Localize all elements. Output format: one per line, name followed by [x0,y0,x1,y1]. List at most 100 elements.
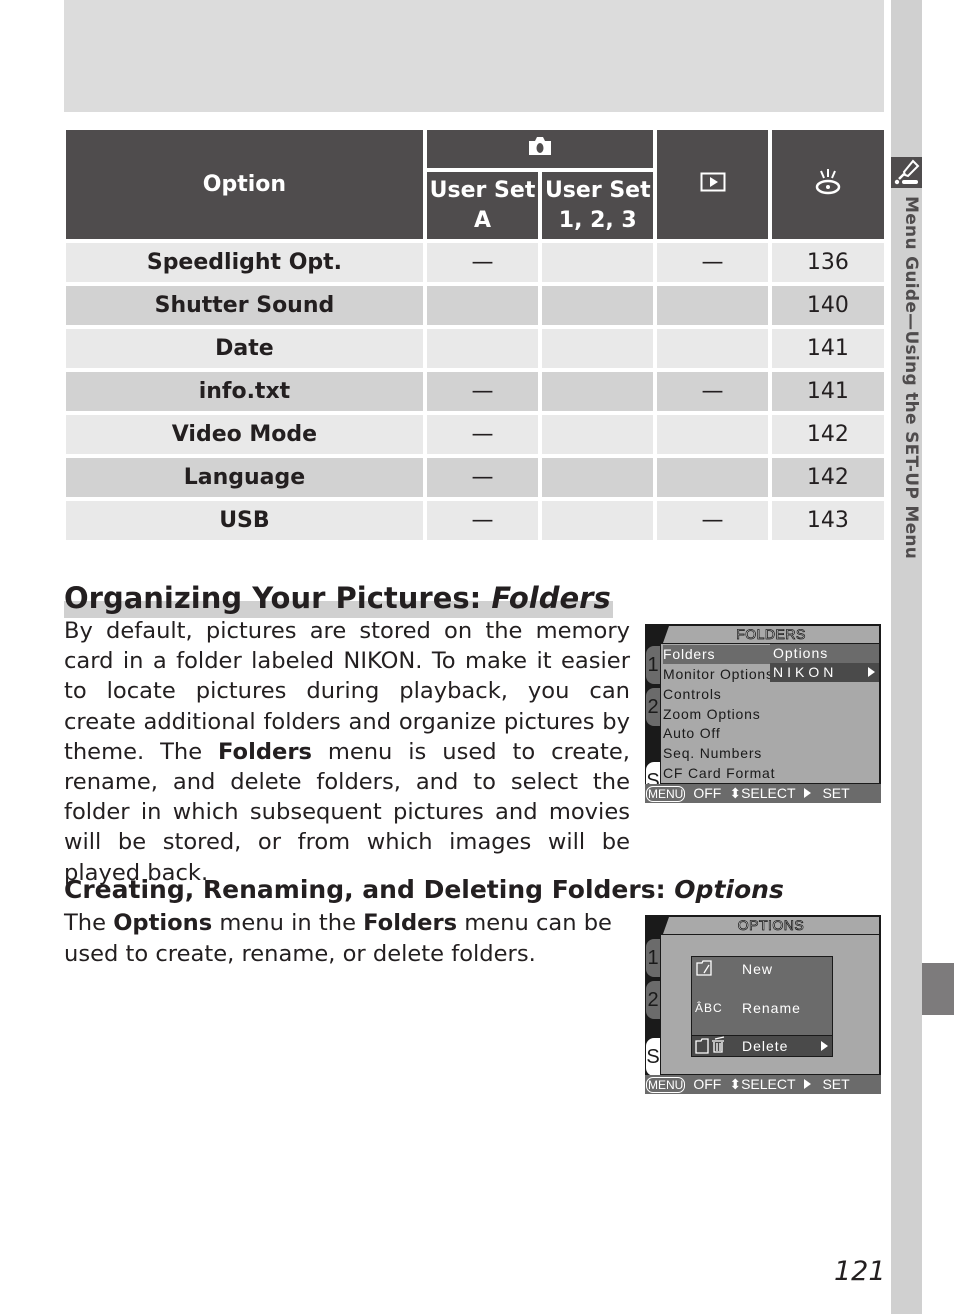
cell-playback [657,329,768,368]
column-header-user-set-123: User Set 1, 2, 3 [542,172,654,239]
menu-button-label: MENU [646,786,686,802]
menu-item: Monitor Options [663,666,774,682]
page-number: 121 [834,1256,886,1287]
cell-user-set-a: — [426,243,539,282]
cell-user-set-123 [542,329,654,368]
table-row: Language — 142 [66,458,884,497]
table-row: info.txt — — 141 [66,372,884,411]
cell-page: 141 [771,372,884,411]
folders-menu-screenshot: FOLDERS 1 2 S Folders Monitor Options Co… [645,624,881,803]
cell-user-set-123 [542,243,654,282]
footer-select: ⬍SELECT [729,1076,796,1092]
chapter-thumb-tab [922,963,954,1015]
cell-playback: — [657,243,768,282]
option-name: Language [66,458,423,497]
menu-item: Zoom Options [663,706,761,722]
menu-tab-setup: S [646,1038,660,1076]
cell-user-set-123 [542,372,654,411]
option-new: New [692,959,832,979]
screen-title: FOLDERS [663,626,879,643]
option-rename: ÂBC Rename [695,1000,801,1016]
footer-select: ⬍SELECT [729,785,796,801]
submenu-value: NIKON [770,663,879,682]
table-row: Shutter Sound 140 [66,286,884,325]
cell-user-set-123 [542,501,654,540]
rename-abc-icon: ÂBC [695,1001,723,1015]
option-name: Speedlight Opt. [66,243,423,282]
cell-page: 143 [771,501,884,540]
options-menu-screenshot: OPTIONS 1 2 S New ÂBC Rename Delete MENU… [645,915,881,1094]
cell-user-set-123 [542,458,654,497]
screen-footer: MENU OFF ⬍SELECT SET [645,1075,881,1094]
menu-item-selected: Folders [663,645,771,664]
menu-item: CF Card Format [663,765,776,781]
option-name: Shutter Sound [66,286,423,325]
cell-user-set-a: — [426,372,539,411]
delete-folder-trash-icon [695,1036,735,1060]
chapter-title: Menu Guide—Using the SET-UP Menu [901,196,921,560]
column-header-user-set-a: User Set A [426,172,539,239]
submenu-header: Options [770,644,879,663]
wrench-setup-icon [891,157,922,188]
arrow-right-icon [803,788,811,798]
menu-item: Seq. Numbers [663,745,763,761]
cell-page: 140 [771,286,884,325]
cell-user-set-123 [542,415,654,454]
camera-icon [529,137,552,155]
cell-user-set-a [426,286,539,325]
arrow-right-icon [803,1079,811,1089]
option-name: USB [66,501,423,540]
arrow-right-icon [821,1041,828,1051]
table-row: Speedlight Opt. — — 136 [66,243,884,282]
playback-icon [700,172,726,191]
cell-playback [657,415,768,454]
table-row: USB — — 143 [66,501,884,540]
cell-playback: — [657,372,768,411]
cell-user-set-a: — [426,501,539,540]
folder-submenu: Options NIKON [770,644,879,682]
options-table: Option User Set A User Set 1, 2, 3 Speedli… [62,126,888,544]
cell-playback [657,458,768,497]
menu-item: Auto Off [663,725,721,741]
arrow-right-icon [868,667,875,677]
options-list: New ÂBC Rename Delete [691,956,833,1057]
footer-off: OFF [693,1076,722,1092]
menu-tabs: 1 2 S [645,644,661,800]
column-header-page [771,130,884,239]
column-header-playback [657,130,768,239]
column-header-camera [426,130,654,168]
screen-footer: MENU OFF ⬍SELECT SET [645,784,881,803]
menu-tab-2: 2 [646,688,660,726]
option-name: Date [66,329,423,368]
header-band [64,0,884,112]
cell-user-set-123 [542,286,654,325]
footer-set: SET [822,785,850,801]
cell-user-set-a: — [426,458,539,497]
screen-title: OPTIONS [663,917,879,934]
cell-user-set-a: — [426,415,539,454]
column-header-option: Option [66,130,423,239]
cell-playback: — [657,501,768,540]
table-row: Video Mode — 142 [66,415,884,454]
new-folder-icon [695,959,735,983]
cell-user-set-a [426,329,539,368]
section-heading-folders: Organizing Your Pictures: Folders [64,578,613,618]
cell-page: 141 [771,329,884,368]
option-delete: Delete [692,1035,832,1056]
menu-tabs: 1 2 S [645,935,661,1076]
menu-tab-2: 2 [646,981,660,1019]
footer-set: SET [822,1076,850,1092]
menu-item: Controls [663,686,722,702]
menu-button-label: MENU [646,1077,686,1093]
section-heading-options: Creating, Renaming, and Deleting Folders… [64,875,784,904]
cell-page: 142 [771,415,884,454]
eye-reference-icon [815,168,841,194]
cell-page: 136 [771,243,884,282]
cell-page: 142 [771,458,884,497]
menu-tab-1: 1 [646,646,660,684]
section-body-folders: By default, pictures are stored on the m… [64,618,630,886]
option-name: Video Mode [66,415,423,454]
section-body-options: The Options menu in the Folders menu can… [64,910,612,967]
table-row: Date 141 [66,329,884,368]
menu-tab-1: 1 [646,939,660,977]
